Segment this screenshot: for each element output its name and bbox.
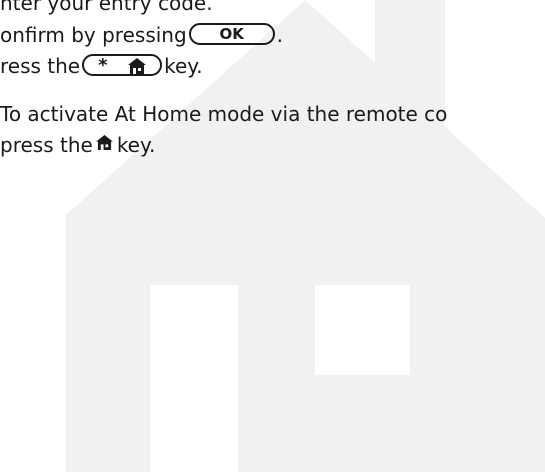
instruction-line-2: onfirm by pressing OK. bbox=[0, 21, 283, 47]
instruction-text: . bbox=[276, 22, 284, 47]
star-icon: * bbox=[98, 54, 108, 76]
ok-key-label: OK bbox=[219, 24, 244, 43]
instruction-text: key. bbox=[116, 132, 156, 157]
instruction-line-1: nter your entry code. bbox=[0, 0, 213, 15]
instruction-line-3: ress the * key. bbox=[0, 52, 203, 78]
ok-key: OK bbox=[188, 22, 275, 45]
instruction-text: To activate At Home mode via the remote … bbox=[0, 101, 448, 126]
instruction-line-5: press the key. bbox=[0, 131, 155, 157]
instruction-text: nter your entry code. bbox=[0, 0, 213, 15]
instruction-text: ress the bbox=[0, 53, 81, 78]
home-icon bbox=[95, 135, 113, 150]
instruction-text: key. bbox=[164, 53, 203, 78]
home-icon bbox=[128, 57, 147, 74]
star-home-key: * bbox=[82, 53, 163, 76]
instruction-text: onfirm by pressing bbox=[0, 22, 187, 47]
instruction-text: press the bbox=[0, 132, 93, 157]
instruction-line-4: To activate At Home mode via the remote … bbox=[0, 100, 447, 126]
